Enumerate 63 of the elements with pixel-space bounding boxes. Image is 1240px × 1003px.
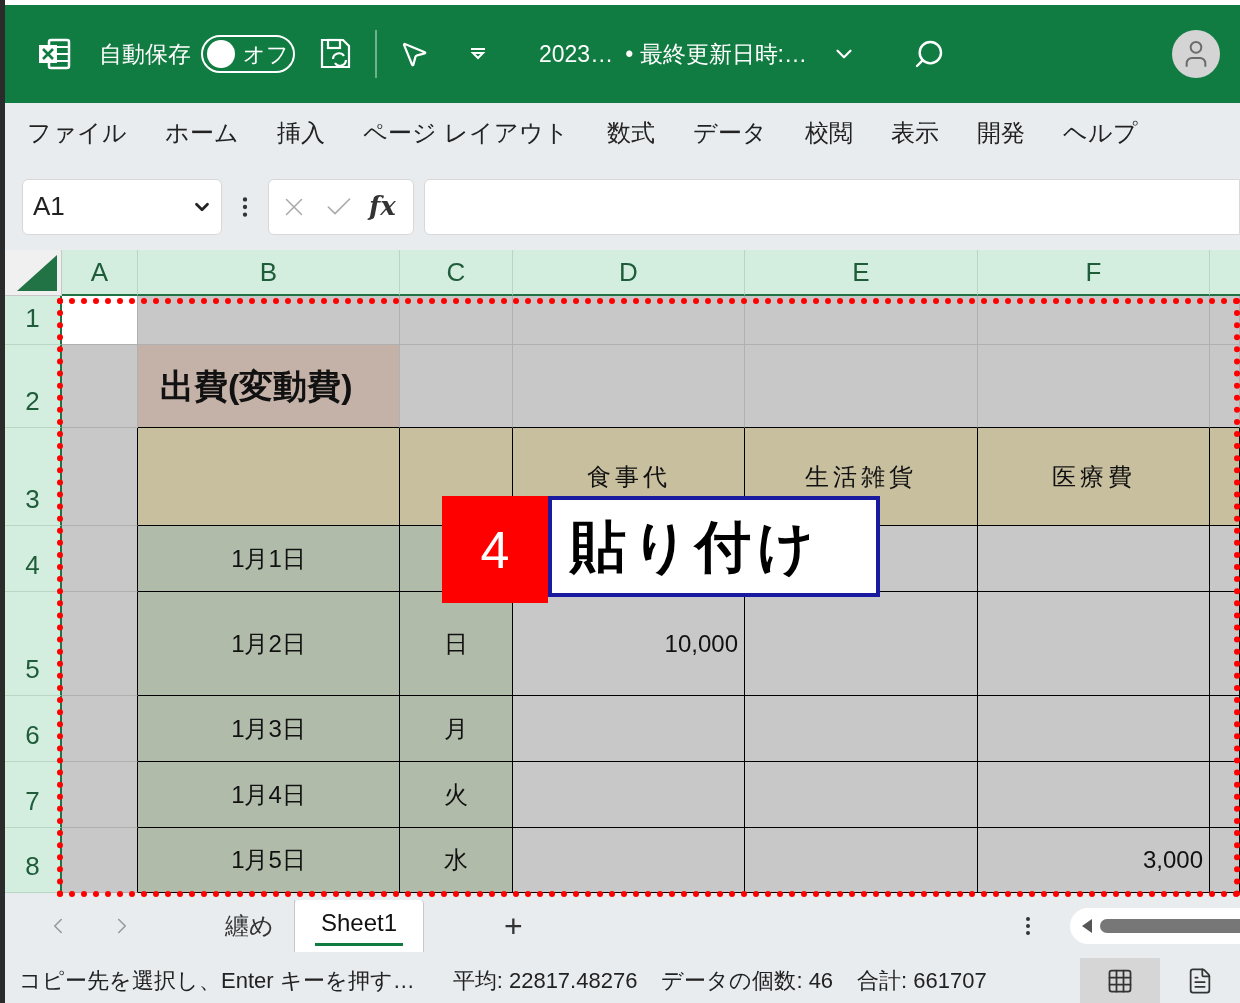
step-number-tooltip: 4	[442, 496, 548, 603]
menu-tab[interactable]: ホーム	[165, 115, 239, 151]
average-value[interactable]: 平均: 22817.48276	[452, 964, 638, 997]
table-cell: 火	[400, 762, 513, 828]
menu-tab[interactable]: 開発	[976, 115, 1025, 151]
user-avatar[interactable]	[1172, 30, 1220, 78]
menu-tab[interactable]: ページ レイアウト	[363, 115, 569, 151]
scrollbar-thumb[interactable]	[1100, 918, 1240, 933]
table-cell: 1月4日	[138, 762, 400, 828]
row-heading[interactable]: 8	[5, 828, 62, 893]
table-cell: 1月1日	[138, 526, 400, 592]
menu-tab[interactable]: ファイル	[27, 115, 127, 151]
save-status[interactable]: • 最終更新日時:…	[625, 36, 807, 72]
status-message: コピー先を選択し、Enter キーを押す…	[19, 967, 415, 995]
column-heading[interactable]: C	[400, 250, 513, 296]
row-heading[interactable]: 2	[5, 345, 62, 428]
column-heading[interactable]	[1210, 250, 1240, 296]
menu-tab[interactable]: 挿入	[277, 115, 325, 151]
menu-tab[interactable]: 数式	[606, 115, 655, 151]
column-heading[interactable]: A	[62, 250, 138, 296]
search-icon[interactable]	[913, 38, 945, 70]
menu-tab[interactable]: データ	[692, 115, 767, 151]
autosave-label: 自動保存	[99, 39, 191, 69]
dropdown-caret-icon[interactable]	[469, 47, 487, 61]
table-cell: 水	[400, 828, 513, 893]
horizontal-scrollbar[interactable]	[1070, 907, 1240, 944]
menu-tab[interactable]: ヘルプ	[1062, 115, 1138, 151]
file-name[interactable]: 2023…	[539, 36, 614, 72]
insert-function-button[interactable]: fx	[369, 187, 396, 226]
add-sheet-button[interactable]: +	[504, 901, 523, 950]
toggle-knob-icon	[207, 40, 235, 68]
select-all-corner-icon[interactable]	[17, 255, 57, 291]
sum-value[interactable]: 合計: 661707	[857, 964, 987, 997]
table-cell: 3,000	[978, 828, 1210, 893]
formula-input[interactable]	[424, 178, 1240, 235]
normal-view-button[interactable]	[1080, 958, 1160, 1003]
scroll-left-icon[interactable]	[1082, 918, 1092, 933]
menu-tab[interactable]: 表示	[890, 115, 939, 151]
table-cell: 1月2日	[138, 592, 400, 696]
name-box[interactable]: A1	[22, 178, 222, 235]
step-label-tooltip: 貼り付け	[548, 496, 880, 597]
row-heading[interactable]: 1	[5, 296, 62, 345]
column-heading[interactable]: F	[978, 250, 1210, 296]
menu-tab[interactable]: 校閲	[804, 115, 853, 151]
column-heading[interactable]: E	[745, 250, 978, 296]
table-cell: 日	[400, 592, 513, 696]
column-heading[interactable]: D	[513, 250, 745, 296]
row-heading[interactable]: 5	[5, 592, 62, 696]
row-heading[interactable]: 4	[5, 526, 62, 592]
spreadsheet-logo-icon[interactable]	[37, 37, 71, 71]
sheet-title: 出費(変動費)	[138, 345, 400, 428]
save-icon[interactable]	[319, 37, 353, 71]
table-cell: 月	[400, 696, 513, 762]
row-heading[interactable]: 6	[5, 696, 62, 762]
row-heading[interactable]: 3	[5, 428, 62, 526]
sheet-tab[interactable]: Sheet1	[295, 899, 425, 952]
table-cell: 1月5日	[138, 828, 400, 893]
count-value[interactable]: データの個数: 46	[661, 964, 834, 997]
row-heading[interactable]: 7	[5, 762, 62, 828]
table-cell: 1月3日	[138, 696, 400, 762]
column-header-cell: 医療費	[978, 428, 1210, 526]
column-heading[interactable]: B	[138, 250, 400, 296]
autosave-toggle[interactable]: オフ	[201, 35, 295, 73]
